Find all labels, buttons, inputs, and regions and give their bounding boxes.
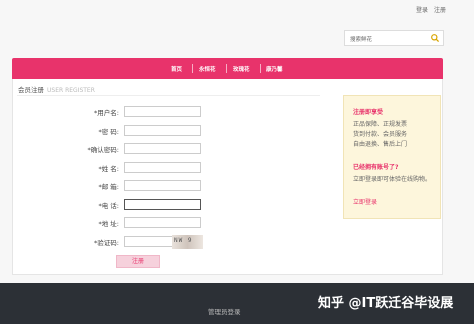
email-field[interactable]: [124, 180, 201, 191]
benefits-heading: 注册即享受: [353, 109, 384, 116]
login-link[interactable]: 登录: [416, 5, 428, 14]
benefit-line: 正品保障、正规发票: [353, 121, 408, 128]
nav-divider: [192, 64, 193, 73]
captcha-row: *验证码: NW 9: [13, 235, 313, 249]
register-button[interactable]: 注册: [116, 255, 160, 268]
search-icon[interactable]: [430, 33, 440, 43]
address-input[interactable]: [124, 217, 201, 228]
confirm-password-input[interactable]: [124, 143, 201, 154]
page-subtitle: USER REGISTER: [47, 87, 95, 94]
login-hint-text: 立即登录即可体验在线购物。: [353, 176, 432, 183]
name-label: *姓 名:: [98, 165, 119, 173]
username-label: *用户名:: [94, 109, 119, 117]
nav-divider: [226, 64, 227, 73]
watermark-text: 知乎 @IT跃迁谷毕设展: [318, 296, 454, 311]
main-nav: 首页 永恒花 玫瑰花 康乃馨: [12, 58, 443, 79]
phone-row: *电 话:: [13, 199, 313, 210]
username-input[interactable]: [124, 106, 201, 117]
breadcrumb: 会员注册 USER REGISTER: [18, 84, 95, 94]
address-label: *地 址:: [98, 220, 119, 228]
top-bar: 登录 注册: [0, 0, 474, 16]
password-row: *密 码:: [13, 125, 313, 136]
captcha-input[interactable]: [124, 236, 173, 247]
have-account-heading: 已经拥有账号了?: [353, 164, 399, 171]
address-row: *地 址:: [13, 217, 313, 228]
password-input[interactable]: [124, 125, 201, 136]
benefit-line: 货到付款、会员服务: [353, 131, 408, 138]
nav-item-carnation[interactable]: 康乃馨: [266, 65, 283, 73]
nav-item-home[interactable]: 首页: [171, 65, 182, 73]
phone-label: *电 话:: [98, 202, 119, 210]
confirm-password-label: *确认密码:: [87, 146, 119, 154]
phone-input[interactable]: [124, 199, 201, 210]
nav-item-rose[interactable]: 玫瑰花: [233, 65, 250, 73]
sidebar-benefits: 注册即享受 正品保障、正规发票 货到付款、会员服务 自由退换、售后上门 已经拥有…: [343, 95, 441, 219]
captcha-label: *验证码:: [94, 239, 119, 247]
admin-login-link[interactable]: 管理员登录: [208, 306, 241, 316]
divider: [17, 95, 320, 96]
password-label: *密 码:: [98, 128, 119, 136]
captcha-image[interactable]: NW 9: [172, 235, 203, 249]
email-row: *邮 箱:: [13, 180, 313, 191]
search-input[interactable]: 搜索鲜花: [344, 30, 444, 46]
register-link[interactable]: 注册: [434, 5, 446, 14]
confirm-password-row: *确认密码:: [13, 143, 313, 154]
name-input[interactable]: [124, 162, 201, 173]
nav-divider: [260, 64, 261, 73]
search-placeholder: 搜索鲜花: [350, 37, 373, 43]
name-row: *姓 名:: [13, 162, 313, 173]
email-label: *邮 箱:: [98, 183, 119, 191]
username-row: *用户名:: [13, 106, 313, 117]
login-now-link[interactable]: 立即登录: [353, 197, 377, 206]
page-title: 会员注册: [18, 86, 44, 94]
nav-item-eternal-flower[interactable]: 永恒花: [199, 65, 216, 73]
benefit-line: 自由退换、售后上门: [353, 141, 408, 148]
